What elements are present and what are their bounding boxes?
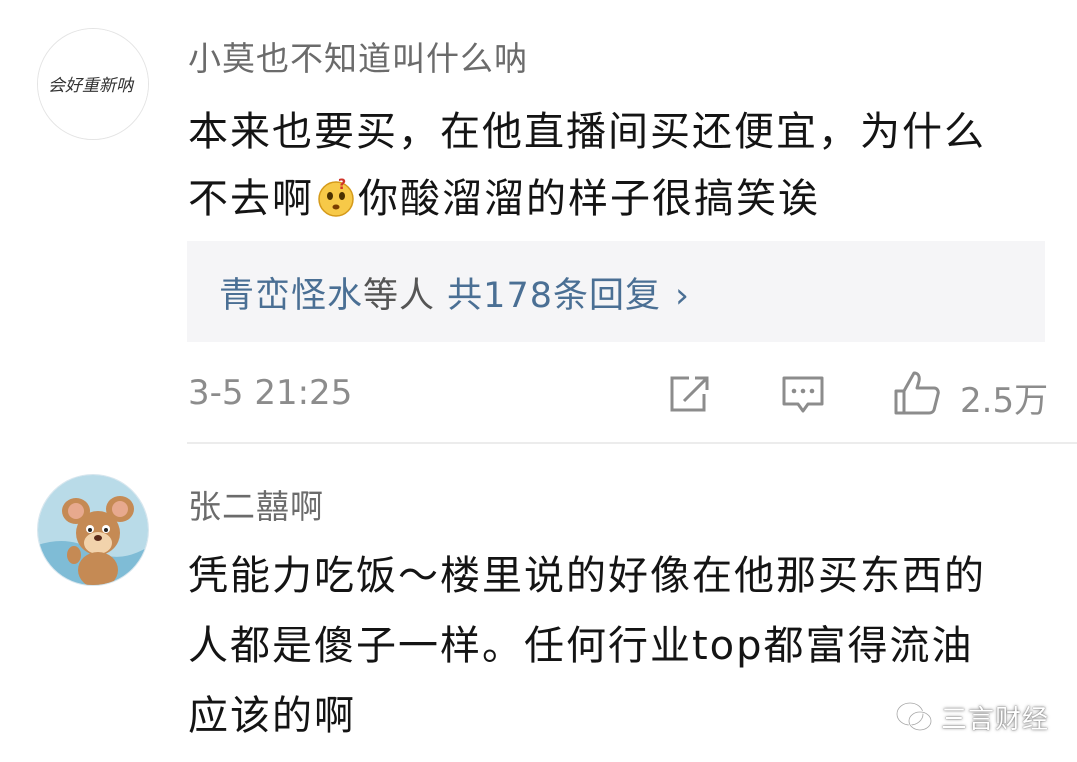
- comment-text-line: 人都是傻子一样。任何行业top都富得流油: [188, 623, 974, 669]
- avatar-handwriting: 会好重新呐: [48, 76, 135, 96]
- chevron-right-icon: ›: [674, 276, 690, 316]
- watermark: 三言财经: [895, 697, 1049, 737]
- comment-text-line: 应该的啊: [188, 693, 356, 739]
- wechat-icon: [895, 701, 933, 732]
- timestamp: 3-5 21:25: [188, 373, 353, 413]
- replies-summary[interactable]: 青峦怪水等人 共178条回复 ›: [187, 241, 1045, 342]
- avatar[interactable]: [37, 474, 149, 586]
- divider: [187, 442, 1077, 444]
- comment-text-line: 不去啊 ? 你酸溜溜的样子很搞笑诶: [188, 166, 820, 224]
- comment-icon[interactable]: [780, 374, 826, 420]
- username[interactable]: 小莫也不知道叫什么呐: [188, 32, 528, 80]
- thumbs-up-icon[interactable]: [892, 369, 942, 421]
- like-count: 2.5万: [960, 381, 1049, 421]
- cartoon-mouse-avatar-image: [38, 475, 148, 585]
- handwritten-avatar-image: 会好重新呐: [38, 29, 148, 139]
- comment-text-segment: 你酸溜溜的样子很搞笑诶: [358, 176, 820, 222]
- reply-count[interactable]: 共178条回复: [447, 276, 661, 316]
- avatar[interactable]: 会好重新呐: [37, 28, 149, 140]
- reply-usernames[interactable]: 青峦怪水: [219, 276, 363, 316]
- comment-text-line: 凭能力吃饭～楼里说的好像在他那买东西的: [188, 553, 986, 599]
- watermark-label: 三言财经: [941, 704, 1050, 735]
- comment-text-segment: 不去啊: [188, 176, 314, 222]
- replies-summary-text: 青峦怪水等人 共178条回复 ›: [219, 267, 690, 318]
- username[interactable]: 张二囍啊: [188, 480, 324, 528]
- svg-text:?: ?: [338, 178, 348, 193]
- share-icon[interactable]: [667, 374, 711, 418]
- comment-text-line: 本来也要买，在他直播间买还便宜，为什么: [188, 109, 986, 155]
- thinking-face-emoji-icon: ?: [316, 177, 356, 218]
- comment-item: 会好重新呐 小莫也不知道叫什么呐 本来也要买，在他直播间买还便宜，为什么 不去啊…: [0, 0, 1077, 444]
- reply-others-label: 等人: [363, 276, 436, 316]
